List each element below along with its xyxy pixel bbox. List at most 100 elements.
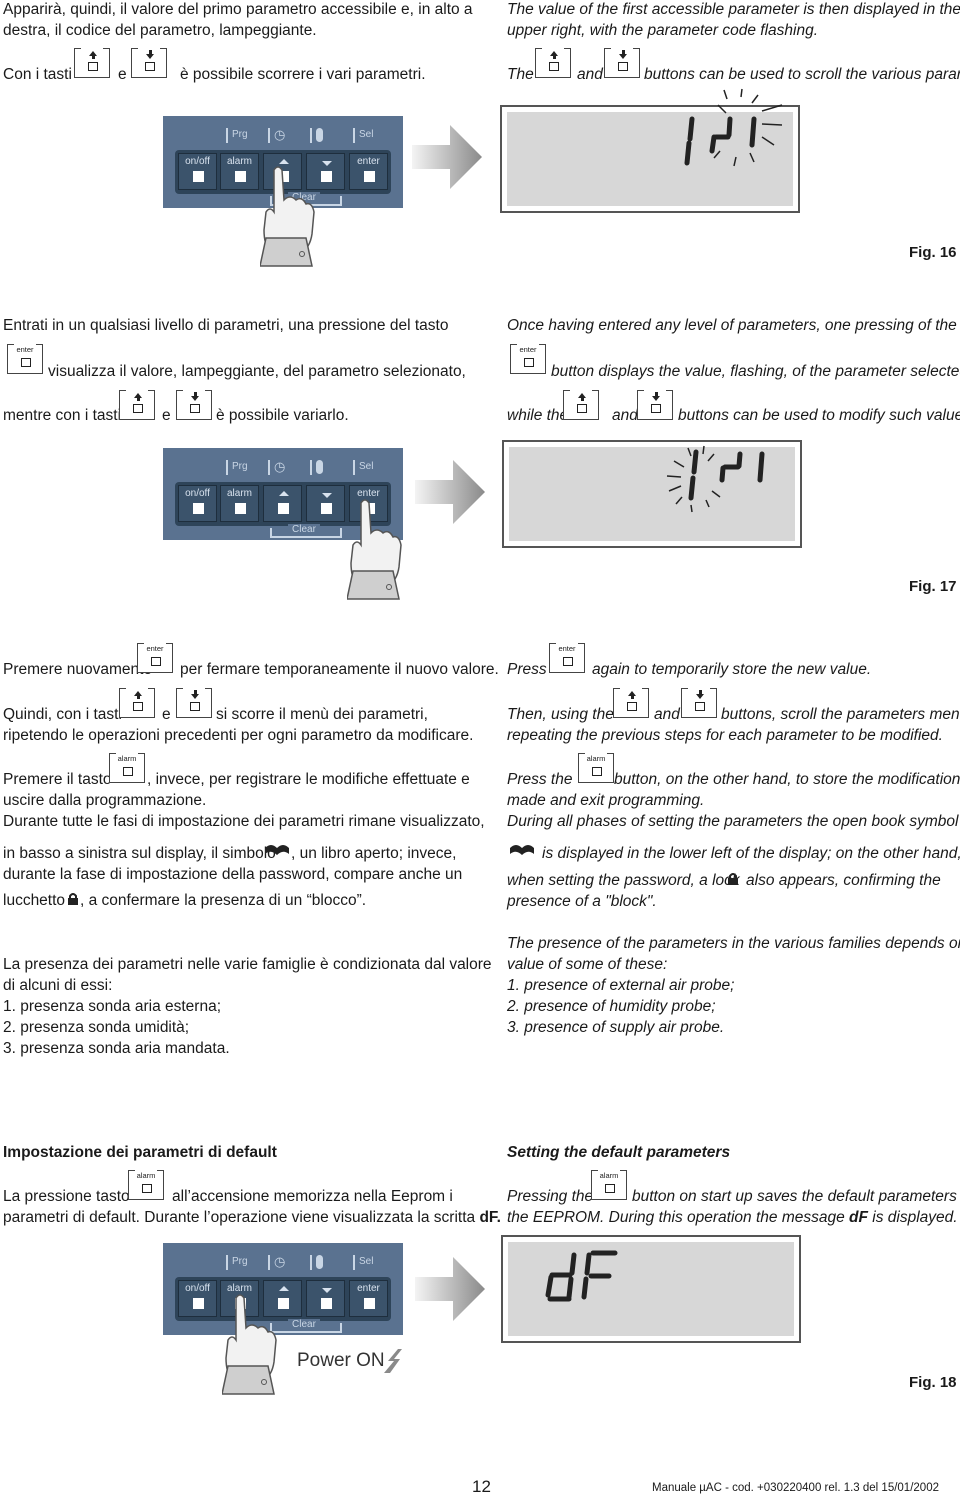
it-text: in basso a sinistra sul display, il simb… xyxy=(3,845,276,862)
it-text: Apparirà, quindi, il valore del primo pa… xyxy=(3,1,473,18)
down-button[interactable] xyxy=(306,1280,345,1317)
lcd-display xyxy=(502,440,802,548)
en-text: Press the xyxy=(507,771,573,788)
en-text: The value of the first accessible parame… xyxy=(507,1,960,18)
it-text: è possibile variarlo. xyxy=(216,407,349,424)
en-text: During all phases of setting the paramet… xyxy=(507,813,959,830)
lcd-value-flashing xyxy=(666,445,765,513)
alarm-key-icon: alarm xyxy=(578,753,614,783)
thermometer-icon xyxy=(310,1255,323,1270)
lightning-icon xyxy=(384,1349,402,1373)
section-title: Setting the default parameters xyxy=(507,1144,731,1161)
it-text: Quindi, con i tasti xyxy=(3,706,122,723)
down-key-icon xyxy=(681,688,717,718)
it-text: , un libro aperto; invece, xyxy=(291,845,457,862)
lcd-df-text xyxy=(545,1250,618,1302)
en-text: The xyxy=(507,66,534,83)
down-key-icon xyxy=(131,48,167,78)
enter-key-icon: enter xyxy=(137,643,173,673)
thermometer-icon xyxy=(310,460,323,475)
arrow-down-icon xyxy=(322,161,332,166)
list-item: 3. presence of supply air probe. xyxy=(507,1019,725,1036)
padlock-icon xyxy=(728,873,738,885)
up-key-icon xyxy=(119,688,155,718)
list-item: 3. presenza sonda aria mandata. xyxy=(3,1040,230,1057)
it-text: di alcuni di essi: xyxy=(3,977,113,994)
onoff-button[interactable]: on/off xyxy=(178,153,217,190)
it-text: durante la fase di impostazione della pa… xyxy=(3,866,463,883)
en-text: Press xyxy=(507,661,547,678)
section-title: Impostazione dei parametri di default xyxy=(3,1144,277,1161)
down-key-icon xyxy=(176,688,212,718)
arrow-down-icon xyxy=(322,1288,332,1293)
enter-button[interactable]: enter xyxy=(349,1280,388,1317)
pointing-hand-icon xyxy=(347,499,402,600)
it-text: Durante tutte le fasi di impostazione de… xyxy=(3,813,485,830)
clear-label: Clear xyxy=(288,1319,320,1330)
down-key-icon xyxy=(604,48,640,78)
keypad-panel: Prg ◷ Sel on/off alarm enter Clear xyxy=(163,1243,403,1335)
button-strip: on/off alarm enter xyxy=(175,1277,391,1321)
it-text: , invece, per registrare le modifiche ef… xyxy=(147,771,470,788)
right-arrow-icon xyxy=(412,125,482,189)
sel-label: Sel xyxy=(353,460,373,475)
up-key-icon xyxy=(74,48,110,78)
en-text: buttons can be used to modify such value… xyxy=(678,407,960,424)
clock-icon: ◷ xyxy=(268,1255,285,1270)
en-text: upper right, with the parameter code fla… xyxy=(507,22,819,39)
prg-label: Prg xyxy=(226,1255,248,1270)
en-text: repeating the previous steps for each pa… xyxy=(507,727,943,744)
list-item: 2. presenza sonda umidità; xyxy=(3,1019,190,1036)
pointing-hand-icon xyxy=(222,1294,277,1395)
alarm-button[interactable]: alarm xyxy=(220,485,259,522)
enter-button[interactable]: enter xyxy=(349,153,388,190)
it-text: Entrati in un qualsiasi livello di param… xyxy=(3,317,449,334)
enter-key-icon: enter xyxy=(510,344,546,374)
onoff-button[interactable]: on/off xyxy=(178,1280,217,1317)
clear-label: Clear xyxy=(288,524,320,535)
sel-label: Sel xyxy=(353,1255,373,1270)
en-text: Pressing the xyxy=(507,1188,594,1205)
it-text: La presenza dei parametri nelle varie fa… xyxy=(3,956,492,973)
it-text: , a confermare la presenza di un “blocco… xyxy=(80,892,367,909)
it-text: e xyxy=(162,706,171,723)
it-text: e xyxy=(118,66,127,83)
arrow-down-icon xyxy=(322,493,332,498)
arrow-up-icon xyxy=(279,491,289,496)
it-text: parametri di default. Durante l’operazio… xyxy=(3,1209,501,1226)
it-text: La pressione tasto xyxy=(3,1188,130,1205)
en-text: button displays the value, flashing, of … xyxy=(551,363,960,380)
it-text: destra, il codice del parametro, lampegg… xyxy=(3,22,317,39)
sel-label: Sel xyxy=(353,128,373,143)
onoff-button[interactable]: on/off xyxy=(178,485,217,522)
lcd-display xyxy=(500,88,800,213)
alarm-button[interactable]: alarm xyxy=(220,153,259,190)
it-text: all’accensione memorizza nella Eeprom i xyxy=(172,1188,453,1205)
it-text: si scorre il menù dei parametri, xyxy=(216,706,428,723)
en-text: again to temporarily store the new value… xyxy=(592,661,872,678)
figure-label: Fig. 17 xyxy=(909,578,957,595)
down-key-icon xyxy=(176,390,212,420)
en-text: is displayed in the lower left of the di… xyxy=(542,845,960,862)
it-text: per fermare temporaneamente il nuovo val… xyxy=(180,661,499,678)
list-item: 2. presence of humidity probe; xyxy=(507,998,716,1015)
it-text: ripetendo le operazioni precedenti per o… xyxy=(3,727,474,744)
alarm-key-icon: alarm xyxy=(591,1170,627,1200)
en-text: value of some of these: xyxy=(507,956,668,973)
up-button[interactable] xyxy=(263,485,302,522)
list-item: 1. presenza sonda aria esterna; xyxy=(3,998,221,1015)
right-arrow-icon xyxy=(415,460,485,524)
up-key-icon xyxy=(535,48,571,78)
en-text: buttons can be used to scroll the variou… xyxy=(644,66,960,83)
figure-label: Fig. 16 xyxy=(909,244,957,261)
it-text: è possibile scorrere i vari parametri. xyxy=(180,66,426,83)
lcd-display xyxy=(501,1235,801,1343)
prg-label: Prg xyxy=(226,128,248,143)
en-text: the EEPROM. During this operation the me… xyxy=(507,1209,958,1226)
prg-label: Prg xyxy=(226,460,248,475)
enter-key-icon: enter xyxy=(7,344,43,374)
down-button[interactable] xyxy=(306,485,345,522)
it-text: Con i tasti xyxy=(3,66,72,83)
thermometer-icon xyxy=(310,128,323,143)
down-key-icon xyxy=(637,390,673,420)
